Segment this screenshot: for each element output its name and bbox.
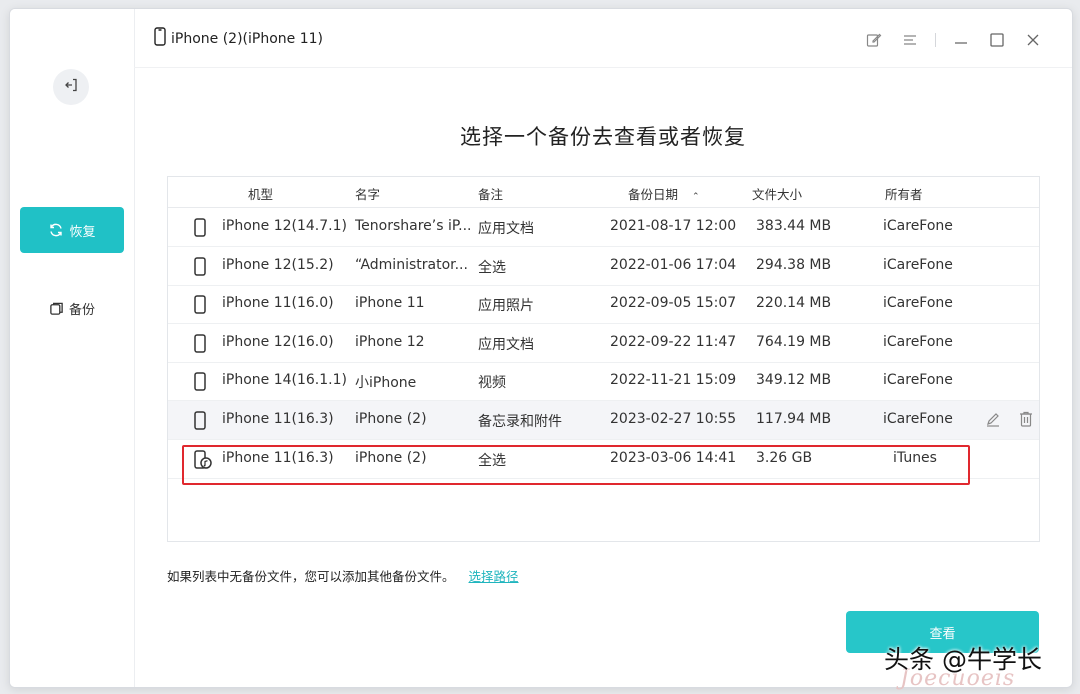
menu-icon[interactable] (899, 29, 921, 51)
phone-icon (194, 372, 206, 395)
sidebar-item-label: 备份 (68, 302, 95, 318)
device-title-text: iPhone (2)(iPhone 11) (171, 30, 323, 47)
phone-icon (194, 334, 206, 357)
controls-divider (935, 33, 936, 47)
table-header: 机型 名字 备注 备份日期 ⌃ 文件大小 所有者 (168, 177, 1039, 208)
select-path-link[interactable]: 选择路径 (469, 569, 519, 584)
trash-icon[interactable] (1019, 411, 1033, 431)
phone-icon (194, 295, 206, 318)
cell-name: 小iPhone (355, 375, 417, 392)
table-row[interactable]: iPhone 11(16.3) iPhone (2) 全选 2023-03-06 14… (168, 440, 1039, 479)
window-controls (863, 29, 1044, 51)
sidebar: 恢复 备份 (10, 9, 135, 687)
table-row[interactable]: iPhone 12(14.7.1) Tenorshare’s iP... 应用文档 2… (168, 208, 1039, 247)
cell-date: 2021-08-17 12:00 (610, 218, 737, 234)
column-size[interactable]: 文件大小 (752, 184, 802, 203)
back-button[interactable] (53, 69, 89, 105)
column-model[interactable]: 机型 (248, 184, 273, 203)
column-note[interactable]: 备注 (478, 184, 503, 203)
table-row[interactable]: iPhone 12(15.2) “Administrator... 全选 2022-0… (168, 247, 1039, 286)
cell-model: iPhone 14(16.1.1) (222, 372, 347, 389)
cell-note: 应用文档 (478, 336, 534, 353)
close-icon[interactable] (1022, 29, 1044, 51)
device-title: iPhone (2)(iPhone 11) (154, 27, 323, 50)
minimize-icon[interactable] (950, 29, 972, 51)
table-row[interactable]: iPhone 11(16.3) iPhone (2) 备忘录和附件 2023-02-2… (168, 401, 1039, 440)
cell-name: “Administrator... (355, 256, 468, 273)
cell-owner: iCareFone (883, 372, 953, 389)
cell-name: iPhone 11 (355, 295, 425, 312)
itunes-backup-icon (194, 449, 212, 474)
page-title: 选择一个备份去查看或者恢复 (460, 125, 746, 149)
cell-size: 349.12 MB (756, 372, 832, 389)
cell-name: Tenorshare’s iP... (355, 218, 472, 234)
cell-owner: iCareFone (883, 256, 953, 273)
column-date-label: 备份日期 (628, 187, 679, 202)
cell-owner: iCareFone (883, 333, 953, 350)
cell-owner: iTunes (893, 449, 937, 466)
cell-note: 应用文档 (478, 221, 534, 237)
phone-icon (194, 256, 206, 280)
cell-model: iPhone 11(16.3) (222, 449, 334, 466)
cell-model: iPhone 12(15.2) (222, 256, 334, 273)
column-date[interactable]: 备份日期 ⌃ (628, 184, 700, 203)
sidebar-item-backup[interactable]: 备份 (20, 285, 124, 331)
cell-name: iPhone 12 (355, 333, 425, 350)
table-row[interactable]: iPhone 14(16.1.1) 小iPhone 视频 2022-11-21 15:… (168, 362, 1039, 402)
cell-name: iPhone (2) (355, 449, 427, 466)
cell-owner: iCareFone (883, 411, 953, 427)
title-bar: iPhone (2)(iPhone 11) (134, 9, 1072, 68)
cell-owner: iCareFone (883, 295, 953, 312)
watermark: 头条 @牛学长 (884, 645, 1042, 674)
cell-date: 2023-03-06 14:41 (610, 449, 737, 466)
cell-size: 383.44 MB (756, 218, 832, 234)
row-actions (985, 411, 1033, 431)
cell-date: 2022-11-21 15:09 (610, 372, 737, 389)
column-name[interactable]: 名字 (355, 184, 380, 203)
app-window: 恢复 备份 iPhone (2)(iPhone 11) 选择一个备份去查看或者恢… (9, 8, 1073, 688)
sidebar-item-restore[interactable]: 恢复 (20, 207, 124, 253)
cell-model: iPhone 11(16.3) (222, 411, 334, 427)
phone-icon (194, 218, 206, 241)
cell-date: 2022-09-05 15:07 (610, 295, 737, 312)
edit-icon[interactable] (985, 411, 1001, 431)
column-owner[interactable]: 所有者 (885, 184, 923, 203)
cell-size: 117.94 MB (756, 411, 832, 427)
cell-size: 3.26 GB (756, 449, 813, 466)
table-row[interactable]: iPhone 11(16.0) iPhone 11 应用照片 2022-09-05 1… (168, 285, 1039, 325)
table-row[interactable]: iPhone 12(16.0) iPhone 12 应用文档 2022-09-22 1… (168, 324, 1039, 363)
cell-date: 2023-02-27 10:55 (610, 411, 737, 427)
exit-icon (63, 77, 79, 97)
sidebar-item-label: 恢复 (69, 224, 96, 240)
phone-icon (154, 27, 166, 50)
cell-date: 2022-01-06 17:04 (610, 256, 737, 273)
edit-note-icon[interactable] (863, 29, 885, 51)
cell-name: iPhone (2) (355, 411, 427, 427)
cell-note: 全选 (478, 259, 506, 276)
refresh-icon (48, 222, 64, 238)
cell-note: 备忘录和附件 (478, 414, 562, 430)
cell-note: 全选 (478, 452, 506, 469)
backup-table: 机型 名字 备注 备份日期 ⌃ 文件大小 所有者 iPhone 12(14.7.1… (167, 176, 1040, 542)
cell-owner: iCareFone (883, 218, 953, 234)
cell-note: 应用照片 (478, 298, 534, 315)
cell-date: 2022-09-22 11:47 (610, 333, 737, 350)
hint-text: 如果列表中无备份文件，您可以添加其他备份文件。 选择路径 (167, 566, 519, 585)
copy-icon (49, 301, 64, 316)
cell-model: iPhone 12(14.7.1) (222, 218, 347, 234)
cell-size: 764.19 MB (756, 333, 832, 350)
sort-caret-icon: ⌃ (692, 192, 700, 202)
phone-icon (194, 411, 206, 434)
cell-model: iPhone 11(16.0) (222, 295, 334, 312)
cell-model: iPhone 12(16.0) (222, 333, 334, 350)
cell-note: 视频 (478, 375, 506, 392)
hint-message: 如果列表中无备份文件，您可以添加其他备份文件。 (167, 569, 455, 584)
maximize-icon[interactable] (986, 29, 1008, 51)
cell-size: 220.14 MB (756, 295, 832, 312)
cell-size: 294.38 MB (756, 256, 832, 273)
